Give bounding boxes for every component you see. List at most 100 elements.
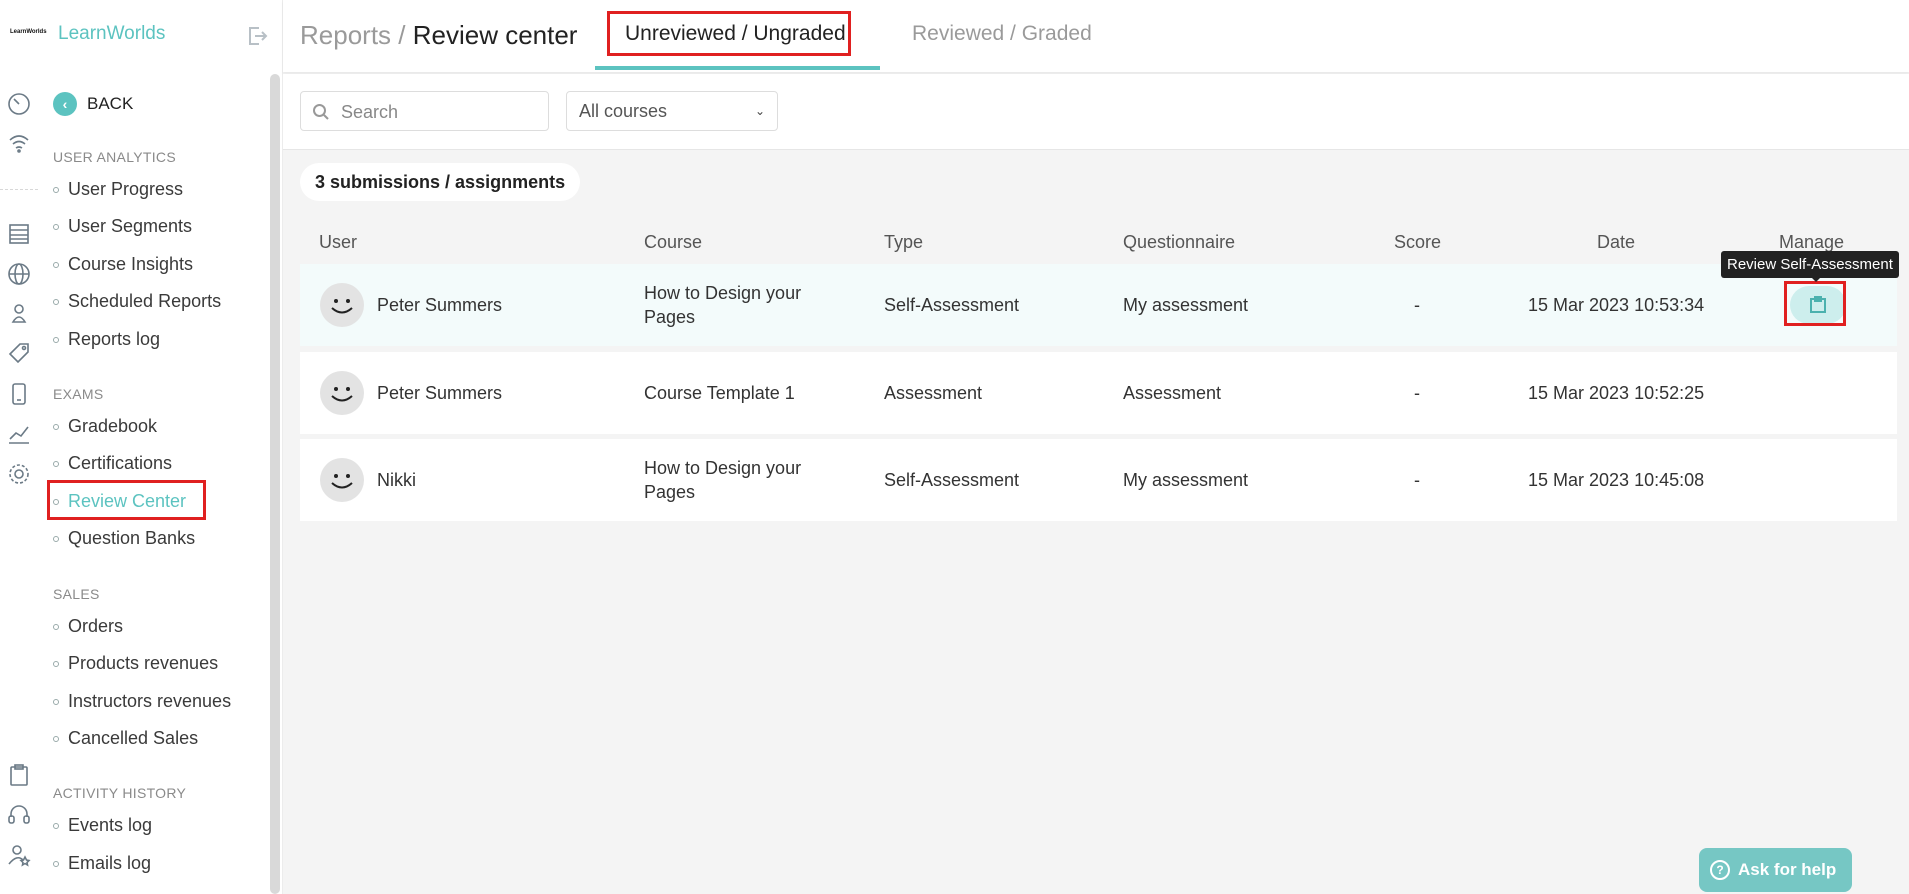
- sidebar-item-label: Reports log: [68, 329, 161, 349]
- sidebar-scrollbar[interactable]: [270, 74, 280, 894]
- course-filter-select[interactable]: All courses ⌄: [566, 91, 778, 131]
- back-button[interactable]: ‹ BACK: [53, 92, 133, 116]
- table-row[interactable]: Peter Summers Course Template 1 Assessme…: [300, 352, 1897, 434]
- type-cell: Self-Assessment: [884, 295, 1020, 315]
- search-box[interactable]: [300, 91, 549, 131]
- bullet-icon: [53, 223, 59, 230]
- score-cell: -: [1414, 470, 1420, 490]
- section-title-exams: EXAMS: [53, 386, 104, 402]
- column-header-type[interactable]: Type: [884, 232, 923, 253]
- section-title-sales: SALES: [53, 586, 100, 602]
- icon-rail: [0, 0, 38, 894]
- type-cell: Self-Assessment: [884, 470, 1020, 490]
- bullet-icon: [53, 460, 59, 467]
- column-header-course[interactable]: Course: [644, 232, 702, 253]
- brand-header: LearnWorlds LearnWorlds: [10, 0, 283, 72]
- sidebar-item-label: Instructors revenues: [68, 691, 232, 711]
- document-list-icon[interactable]: [6, 221, 32, 247]
- sidebar-item-events-log[interactable]: Events log: [53, 815, 152, 836]
- sidebar-item-reports-log[interactable]: Reports log: [53, 329, 160, 350]
- tab-reviewed[interactable]: Reviewed / Graded: [912, 22, 1092, 46]
- course-line-2: Pages: [644, 482, 696, 502]
- user-name[interactable]: Nikki: [377, 468, 416, 492]
- course-line-1: How to Design your: [644, 458, 802, 478]
- logout-icon[interactable]: [245, 24, 269, 48]
- clipboard-icon[interactable]: [6, 762, 32, 788]
- sidebar-item-course-insights[interactable]: Course Insights: [53, 254, 193, 275]
- sidebar-item-emails-log[interactable]: Emails log: [53, 853, 151, 874]
- sidebar-item-certifications[interactable]: Certifications: [53, 453, 172, 474]
- bullet-icon: [53, 423, 59, 430]
- chevron-down-icon: ⌄: [754, 104, 765, 118]
- analytics-icon[interactable]: [6, 421, 32, 447]
- back-label: BACK: [87, 94, 134, 113]
- sidebar-item-gradebook[interactable]: Gradebook: [53, 416, 157, 437]
- active-tab-indicator: [595, 66, 880, 70]
- sidebar-item-instructors-revenues[interactable]: Instructors revenues: [53, 691, 231, 712]
- sidebar-item-orders[interactable]: Orders: [53, 616, 123, 637]
- questionnaire-cell: Assessment: [1123, 383, 1222, 403]
- section-title-activity-history: ACTIVITY HISTORY: [53, 785, 187, 801]
- avatar: [320, 458, 364, 502]
- sidebar-item-products-revenues[interactable]: Products revenues: [53, 653, 218, 674]
- score-cell: -: [1414, 383, 1420, 403]
- course-filter-value: All courses: [579, 101, 668, 121]
- review-button-highlight: [1784, 281, 1846, 326]
- page-header: Reports / Review center Unreviewed / Ung…: [283, 0, 1909, 72]
- date-cell: 15 Mar 2023 10:52:25: [1528, 383, 1705, 403]
- bullet-icon: [53, 860, 59, 867]
- bullet-icon: [53, 660, 59, 667]
- brand-logo-text: LearnWorlds: [10, 29, 47, 35]
- breadcrumb-parent[interactable]: Reports: [300, 20, 391, 50]
- breadcrumb-separator: /: [391, 20, 413, 50]
- sidebar-item-label: User Segments: [68, 216, 193, 236]
- bullet-icon: [53, 822, 59, 829]
- bullet-icon: [53, 298, 59, 305]
- questionnaire-cell: My assessment: [1123, 295, 1249, 315]
- review-tooltip: Review Self-Assessment: [1721, 251, 1899, 278]
- wifi-icon[interactable]: [6, 130, 32, 156]
- sidebar-item-scheduled-reports[interactable]: Scheduled Reports: [53, 291, 221, 312]
- page-title: Review center: [412, 20, 578, 50]
- bullet-icon: [53, 623, 59, 630]
- sidebar-item-cancelled-sales[interactable]: Cancelled Sales: [53, 728, 198, 749]
- chevron-left-icon: ‹: [53, 92, 77, 116]
- column-header-date[interactable]: Date: [1597, 232, 1635, 253]
- user-name[interactable]: Peter Summers: [377, 381, 502, 405]
- table-row[interactable]: Peter Summers How to Design your Pages Se…: [300, 264, 1897, 346]
- avatar: [320, 371, 364, 415]
- review-center-highlight: [47, 480, 206, 520]
- brand-name[interactable]: LearnWorlds: [58, 23, 165, 45]
- score-cell: -: [1414, 295, 1420, 315]
- course-name: Course Template 1: [644, 383, 795, 403]
- column-header-questionnaire[interactable]: Questionnaire: [1123, 232, 1235, 253]
- column-header-user[interactable]: User: [319, 232, 357, 253]
- sidebar-item-label: Question Banks: [68, 528, 196, 548]
- sidebar-item-user-progress[interactable]: User Progress: [53, 179, 183, 200]
- sidebar-item-label: Gradebook: [68, 416, 158, 436]
- sidebar-item-user-segments[interactable]: User Segments: [53, 216, 192, 237]
- gear-icon[interactable]: [6, 461, 32, 487]
- column-header-score[interactable]: Score: [1394, 232, 1441, 253]
- user-name[interactable]: Peter Summers: [377, 293, 502, 317]
- tag-icon[interactable]: [6, 340, 32, 366]
- sidebar-item-label: Emails log: [68, 853, 152, 873]
- user-star-icon[interactable]: [6, 842, 32, 868]
- section-title-user-analytics: USER ANALYTICS: [53, 149, 176, 165]
- speedometer-icon[interactable]: [6, 91, 32, 117]
- sidebar-item-question-banks[interactable]: Question Banks: [53, 528, 195, 549]
- user-icon[interactable]: [6, 300, 32, 326]
- ask-for-help-button[interactable]: ? Ask for help: [1699, 848, 1852, 892]
- table-row[interactable]: Nikki How to Design your Pages Self-Asses…: [300, 439, 1897, 521]
- sidebar-item-label: Orders: [68, 616, 124, 636]
- course-line-1: How to Design your: [644, 283, 802, 303]
- globe-icon[interactable]: [6, 261, 32, 287]
- mobile-icon[interactable]: [6, 381, 32, 407]
- bullet-icon: [53, 535, 59, 542]
- filter-bar: All courses ⌄: [283, 74, 1909, 150]
- headset-icon[interactable]: [6, 802, 32, 828]
- sidebar-item-label: Products revenues: [68, 653, 219, 673]
- search-input[interactable]: [341, 100, 541, 124]
- bullet-icon: [53, 698, 59, 705]
- type-cell: Assessment: [884, 383, 983, 403]
